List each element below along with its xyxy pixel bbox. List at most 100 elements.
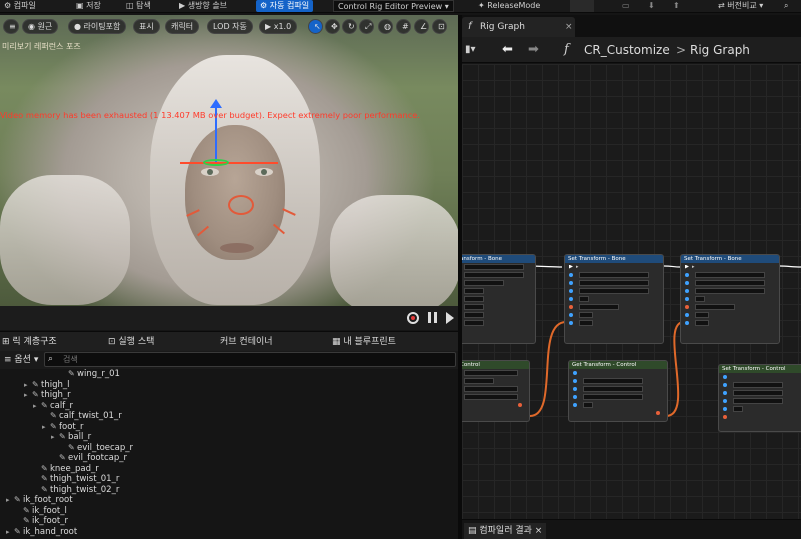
tree-row[interactable]: ▸ ✎ thigh_l — [24, 379, 69, 390]
search-icon[interactable]: ⌕ — [784, 0, 788, 12]
tree-row-label: wing_r_01 — [77, 369, 120, 379]
bone-icon: ✎ — [23, 505, 30, 515]
tree-row[interactable]: ▸ ✎ ik_foot_root — [6, 494, 73, 505]
tree-row[interactable]: ✎ knee_pad_r — [33, 463, 99, 474]
node-set-transform-bone-2[interactable]: Set Transform - Bone ▸ — [680, 254, 780, 344]
tree-row[interactable]: ✎ wing_r_01 — [60, 369, 120, 379]
rig-graph-canvas[interactable]: ansform - Bone Set Transform - Bone ▸ Se… — [462, 64, 801, 519]
node-set-transform-control[interactable]: Set Transform - Control — [718, 364, 801, 432]
character-shoulder-right — [330, 195, 458, 306]
tree-row[interactable]: ▸ ✎ thigh_r — [24, 389, 71, 400]
lighting-icon: ● — [74, 22, 84, 31]
bone-icon: ✎ — [41, 484, 48, 494]
tree-row[interactable]: ✎ ik_foot_r — [15, 515, 68, 526]
translate-mode-icon[interactable]: ✥ — [325, 19, 340, 34]
tree-row[interactable]: ▸ ✎ ball_r — [51, 431, 91, 442]
lod-button[interactable]: LOD 자동 — [207, 19, 253, 34]
compile-icon: ⚙ — [260, 1, 270, 10]
save-button[interactable]: ▣ 저장 — [72, 0, 105, 12]
tab-my-blueprint[interactable]: ▦ 내 블루프린트 — [332, 332, 396, 352]
tree-row[interactable]: ▸ ✎ calf_r — [33, 400, 73, 411]
breadcrumb-root[interactable]: CR_Customize — [584, 37, 670, 63]
node-header: Get Transform - Control — [569, 361, 667, 369]
expand-arrow-icon[interactable]: ▸ — [24, 390, 32, 401]
perspective-icon: ◉ — [28, 22, 38, 31]
viewport-menu-button[interactable]: ≡ — [3, 19, 19, 34]
gizmo-z-arrow-icon[interactable] — [210, 99, 222, 108]
grid-snap-icon[interactable]: # — [396, 19, 411, 34]
character-shoulder-left — [0, 175, 130, 305]
lighting-button[interactable]: ● 라이팅포함 — [68, 19, 127, 34]
release-mode-button[interactable]: ✦ ReleaseMode — [474, 0, 544, 12]
tree-row[interactable]: ▸ ✎ ik_hand_root — [6, 526, 77, 537]
step-button[interactable] — [570, 0, 594, 12]
browse-button[interactable]: ◫ 탐색 — [122, 0, 155, 12]
node-get-transform-bone[interactable]: ansform - Bone — [462, 254, 536, 344]
upload-icon[interactable]: ⬆ — [673, 0, 680, 12]
tree-row[interactable]: ▸ ✎ foot_r — [42, 421, 83, 432]
tree-row-label: thigh_twist_01_r — [50, 474, 120, 484]
back-arrow-icon[interactable]: ⬅ — [502, 37, 513, 63]
expand-arrow-icon[interactable]: ▸ — [33, 401, 41, 412]
play-speed-button[interactable]: ▶ x1.0 — [259, 19, 298, 34]
tree-row-label: ik_foot_root — [23, 495, 73, 505]
diff-button[interactable]: ⇄ 버전비교 ▾ — [714, 0, 767, 12]
hierarchy-search[interactable]: ⌕ — [44, 352, 456, 367]
character-face — [185, 125, 285, 260]
tree-row-label: ik_foot_r — [32, 516, 69, 526]
record-icon[interactable] — [407, 312, 419, 324]
step-icon[interactable]: ▭ — [622, 0, 630, 12]
close-icon[interactable]: × — [565, 17, 573, 37]
download-icon[interactable]: ⬇ — [648, 0, 655, 12]
node-get-transform-control-2[interactable]: Get Transform - Control — [568, 360, 668, 422]
tab-hierarchy[interactable]: ⊞ 릭 계층구조 — [2, 332, 57, 352]
perspective-button[interactable]: ◉ 원근 — [22, 19, 59, 34]
build-solver-button[interactable]: ▶ 생방향 솔브 — [175, 0, 231, 12]
compile-button[interactable]: ⚙ 컴파일 — [0, 0, 40, 12]
scale-mode-icon[interactable]: ⤢ — [359, 19, 374, 34]
tree-row[interactable]: ✎ thigh_twist_01_r — [33, 473, 119, 484]
gizmo-x-axis[interactable] — [180, 162, 278, 164]
preview-label: 미리보기 레퍼런스 포즈 — [2, 42, 81, 51]
character-lips — [220, 243, 254, 253]
expand-arrow-icon[interactable]: ▸ — [6, 527, 14, 538]
bone-hierarchy-tree[interactable]: ✎ wing_r_01 ▸ ✎ thigh_l ▸ ✎ thigh_r ▸ ✎ calf_r ✎ cal… — [0, 369, 458, 539]
node-get-transform-control[interactable]: Control — [462, 360, 530, 422]
node-set-transform-bone-1[interactable]: Set Transform - Bone ▸ — [564, 254, 664, 344]
rotate-mode-icon[interactable]: ↻ — [342, 19, 357, 34]
options-dropdown[interactable]: ≡ 옵션 ▾ — [4, 351, 38, 369]
breadcrumb-leaf[interactable]: Rig Graph — [690, 37, 750, 63]
viewport[interactable]: ≡ ◉ 원근 ● 라이팅포함 표시 캐릭터 LOD 자동 ▶ x1.0 ↖ ✥ … — [0, 15, 458, 306]
expand-arrow-icon[interactable]: ▸ — [42, 422, 50, 433]
select-mode-icon[interactable]: ↖ — [308, 19, 323, 34]
scale-snap-icon[interactable]: ⊡ — [432, 19, 447, 34]
search-input[interactable] — [61, 353, 441, 366]
pause-icon[interactable] — [428, 312, 437, 323]
play-icon[interactable] — [446, 312, 454, 324]
tree-row[interactable]: ✎ ik_foot_l — [15, 505, 67, 516]
auto-compile-button[interactable]: ⚙ 자동 컴파일 — [256, 0, 314, 12]
preview-mode-dropdown[interactable]: Control Rig Editor Preview ▾ — [333, 0, 454, 12]
show-button[interactable]: 표시 — [133, 19, 160, 34]
gizmo-y-ring[interactable] — [203, 159, 229, 166]
angle-snap-icon[interactable]: ∠ — [414, 19, 429, 34]
control-nose-ring[interactable] — [228, 195, 254, 215]
expand-arrow-icon[interactable]: ▸ — [51, 432, 59, 443]
close-icon[interactable]: × — [535, 526, 543, 536]
tab-exec-stack[interactable]: ⊡ 실행 스택 — [108, 332, 154, 352]
expand-arrow-icon[interactable]: ▸ — [6, 495, 14, 506]
tab-curve-container[interactable]: 커브 컨테이너 — [220, 332, 273, 352]
compiler-results-tab-bar: ▤ 컴파일러 결과 × — [462, 519, 801, 539]
tree-row[interactable]: ✎ calf_twist_01_r — [42, 410, 122, 421]
save-icon: ▣ — [76, 1, 87, 10]
tab-rig-graph[interactable]: f Rig Graph × — [462, 17, 575, 37]
forward-arrow-icon[interactable]: ➡ — [528, 37, 539, 63]
tab-compiler-results[interactable]: ▤ 컴파일러 결과 × — [464, 523, 547, 539]
graph-menu-icon[interactable]: ▮▾ — [465, 37, 476, 63]
tree-row[interactable]: ✎ thigh_twist_02_r — [33, 484, 119, 495]
tree-row[interactable]: ✎ evil_footcap_r — [51, 452, 127, 463]
world-space-icon[interactable]: ◍ — [378, 19, 393, 34]
character-button[interactable]: 캐릭터 — [165, 19, 200, 34]
bone-icon: ✎ — [68, 442, 75, 452]
tree-row[interactable]: ✎ evil_toecap_r — [60, 442, 133, 453]
